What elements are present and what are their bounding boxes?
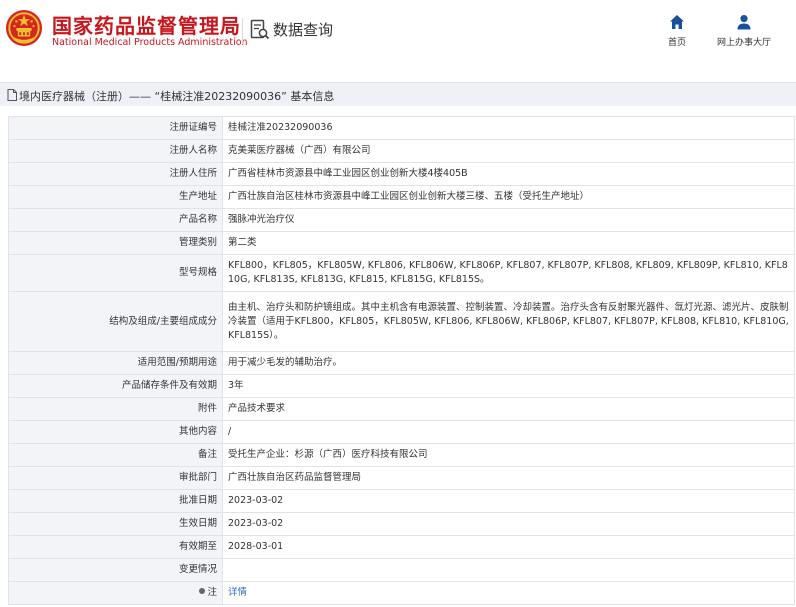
field-value: KFL800，KFL805，KFL805W, KFL806, KFL806W, …: [222, 254, 795, 292]
note-marker-icon: [199, 588, 206, 594]
field-label: 附件: [8, 397, 223, 421]
field-label: 产品储存条件及有效期: [8, 374, 223, 398]
field-value: [222, 558, 795, 582]
field-label: 有效期至: [8, 535, 223, 559]
field-label: 变更情况: [8, 558, 223, 582]
table-row: 产品名称 强脉冲光治疗仪: [8, 208, 795, 232]
field-value: 受托生产企业：杉源（广西）医疗科技有限公司: [222, 443, 795, 467]
field-label: 注册证编号: [8, 116, 223, 140]
table-row: 注册证编号 桂械注准20232090036: [8, 116, 795, 140]
nav-online-hall-label: 网上办事大厅: [716, 38, 771, 48]
table-row: 产品储存条件及有效期 3年: [8, 374, 795, 398]
table-row: 审批部门 广西壮族自治区药品监督管理局: [8, 466, 795, 490]
field-value: 广西省桂林市资源县中峰工业园区创业创新大楼4楼405B: [222, 162, 795, 186]
page-title: 数据查询: [273, 21, 334, 39]
field-label: 生效日期: [8, 512, 223, 536]
document-icon: [7, 89, 17, 101]
table-row: 管理类别 第二类: [8, 231, 795, 255]
table-row: 注册人名称 克美莱医疗器械（广西）有限公司: [8, 139, 795, 163]
table-row: 有效期至 2028-03-01: [8, 535, 795, 559]
home-icon: [670, 15, 684, 29]
table-row: 备注 受托生产企业：杉源（广西）医疗科技有限公司: [8, 443, 795, 467]
field-label: 结构及组成/主要组成成分: [8, 291, 223, 352]
field-value: 广西壮族自治区桂林市资源县中峰工业园区创业创新大楼三楼、五楼（受托生产地址）: [222, 185, 795, 209]
field-value: /: [222, 420, 795, 444]
table-row: 注 详情: [8, 581, 795, 605]
nav-home-label: 首页: [667, 38, 686, 48]
table-row: 生效日期 2023-03-02: [8, 512, 795, 536]
field-label: 审批部门: [8, 466, 223, 490]
field-label: 注册人名称: [8, 139, 223, 163]
field-label: 批准日期: [8, 489, 223, 513]
field-label: 其他内容: [8, 420, 223, 444]
field-value: 产品技术要求: [222, 397, 795, 421]
nav-online-hall-button[interactable]: 网上办事大厅: [710, 14, 778, 50]
field-value: 由主机、治疗头和防护镜组成。其中主机含有电源装置、控制装置、冷却装置。治疗头含有…: [222, 291, 795, 352]
table-row: 生产地址 广西壮族自治区桂林市资源县中峰工业园区创业创新大楼三楼、五楼（受托生产…: [8, 185, 795, 209]
field-label: 注: [207, 587, 217, 598]
table-row: 附件 产品技术要求: [8, 397, 795, 421]
details-link[interactable]: 详情: [228, 587, 247, 598]
table-row: 适用范围/预期用途 用于减少毛发的辅助治疗。: [8, 351, 795, 375]
field-label: 型号规格: [8, 254, 223, 292]
national-emblem-icon: [5, 9, 43, 47]
field-value: 广西壮族自治区药品监督管理局: [222, 466, 795, 490]
field-label: 管理类别: [8, 231, 223, 255]
table-row: 结构及组成/主要组成成分 由主机、治疗头和防护镜组成。其中主机含有电源装置、控制…: [8, 291, 795, 352]
table-row: 注册人住所 广西省桂林市资源县中峰工业园区创业创新大楼4楼405B: [8, 162, 795, 186]
table-row: 变更情况: [8, 558, 795, 582]
field-value: 用于减少毛发的辅助治疗。: [222, 351, 795, 375]
field-value: 2023-03-02: [222, 489, 795, 513]
field-value: 强脉冲光治疗仪: [222, 208, 795, 232]
table-row: 其他内容 /: [8, 420, 795, 444]
registration-details-table: 注册证编号 桂械注准20232090036 注册人名称 克美莱医疗器械（广西）有…: [8, 116, 795, 605]
field-value: 克美莱医疗器械（广西）有限公司: [222, 139, 795, 163]
field-value: 第二类: [222, 231, 795, 255]
field-value: 2023-03-02: [222, 512, 795, 536]
field-value: 桂械注准20232090036: [222, 116, 795, 140]
field-label: 备注: [8, 443, 223, 467]
header-divider: [242, 18, 243, 44]
org-name-en: National Medical Products Administration: [52, 37, 248, 48]
field-label: 产品名称: [8, 208, 223, 232]
site-header: 国家药品监督管理局 National Medical Products Admi…: [0, 0, 796, 66]
field-label: 适用范围/预期用途: [8, 351, 223, 375]
org-name-cn: 国家药品监督管理局: [52, 14, 241, 38]
note-label-cell: 注: [8, 581, 223, 605]
breadcrumb: 境内医疗器械（注册）—— “桂械注准20232090036” 基本信息: [0, 82, 796, 106]
document-search-icon: [250, 19, 270, 40]
nav-home-button[interactable]: 首页: [660, 14, 694, 50]
field-value-cell: 详情: [222, 581, 795, 605]
field-label: 注册人住所: [8, 162, 223, 186]
table-row: 批准日期 2023-03-02: [8, 489, 795, 513]
field-value: 2028-03-01: [222, 535, 795, 559]
user-icon: [737, 15, 751, 30]
breadcrumb-text: 境内医疗器械（注册）—— “桂械注准20232090036” 基本信息: [19, 90, 335, 103]
field-label: 生产地址: [8, 185, 223, 209]
table-row: 型号规格 KFL800，KFL805，KFL805W, KFL806, KFL8…: [8, 254, 795, 292]
field-value: 3年: [222, 374, 795, 398]
